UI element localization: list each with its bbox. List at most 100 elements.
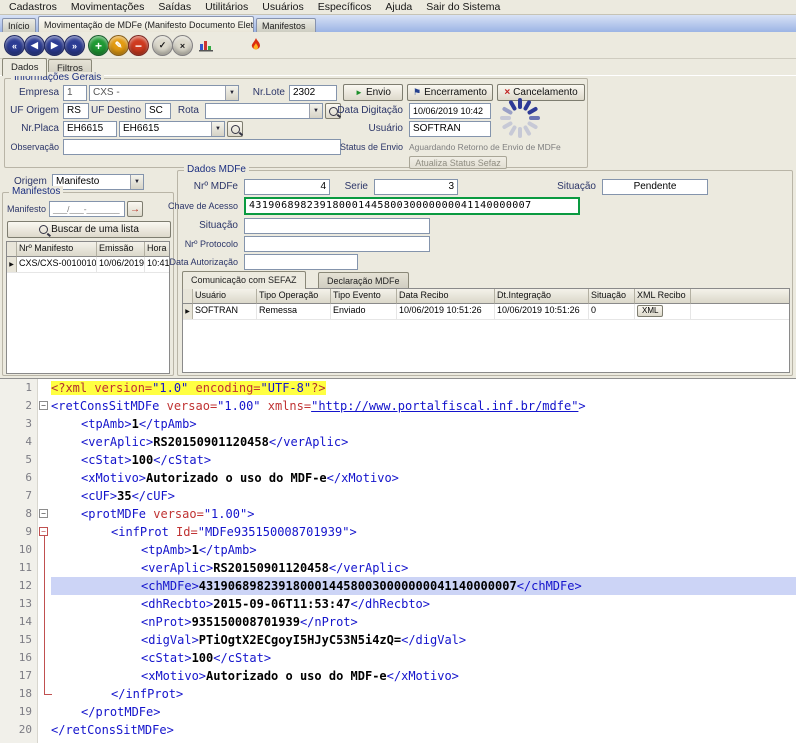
- red-arrow-icon: →: [130, 204, 140, 215]
- tabstrip: Início Movimentação de MDFe (Manifesto D…: [0, 15, 796, 32]
- prev-record-button[interactable]: ◀: [24, 35, 45, 56]
- menu-item-usu-rios[interactable]: Usuários: [255, 1, 310, 13]
- tab-dados[interactable]: Dados: [2, 58, 47, 76]
- confirm-button[interactable]: ✓: [152, 35, 173, 56]
- uf-destino-field[interactable]: SC: [145, 103, 171, 119]
- xml-code-text[interactable]: <tpAmb>1</tpAmb>: [51, 541, 796, 559]
- xml-line-9: 9−<infProt Id="MDFe935150008701939">: [0, 523, 796, 541]
- xml-code-text[interactable]: <verAplic>RS20150901120458</verAplic>: [51, 433, 796, 451]
- xml-code-text[interactable]: </protMDFe>: [51, 703, 796, 721]
- xml-code-text[interactable]: <protMDFe versao="1.00">: [51, 505, 796, 523]
- menu-item-movimenta-es[interactable]: Movimentações: [64, 1, 152, 13]
- empresa-code-field[interactable]: 1: [63, 85, 87, 101]
- next-record-button[interactable]: ▶: [44, 35, 65, 56]
- manifesto-mask-field[interactable]: ___/___-_______: [49, 201, 125, 217]
- menu-item-utilit-rios[interactable]: Utilitários: [198, 1, 255, 13]
- first-record-icon: «: [12, 41, 17, 51]
- row-marker-icon: ▶: [183, 304, 193, 319]
- fold-collapse-icon[interactable]: −: [39, 401, 48, 410]
- tab-comunicacao-sefaz[interactable]: Comunicação com SEFAZ: [182, 271, 306, 289]
- xml-code-text[interactable]: <chMDFe>43190689823918000144580030000000…: [51, 577, 796, 595]
- xml-lines: 1<?xml version="1.0" encoding="UTF-8"?>2…: [0, 379, 796, 739]
- xml-code-text[interactable]: <digVal>PTiOgtX2ECgoyI5HJyC53N5i4zQ=</di…: [51, 631, 796, 649]
- protocolo-label: Nrº Protocolo: [185, 236, 238, 252]
- nrplaca-combo-arrow-icon[interactable]: ▼: [211, 122, 224, 136]
- data-digitacao-field[interactable]: 10/06/2019 10:42: [409, 103, 491, 119]
- encerramento-button[interactable]: ⚑Encerramento: [407, 84, 493, 101]
- situacao-field[interactable]: Pendente: [602, 179, 708, 195]
- rota-combo[interactable]: ▼: [205, 103, 323, 119]
- usuario-field[interactable]: SOFTRAN: [409, 121, 491, 137]
- chave-acesso-field[interactable]: 4319068982391800014458003000000004114000…: [244, 197, 580, 215]
- origem-combo[interactable]: Manifesto▼: [52, 174, 144, 190]
- nrplaca-field[interactable]: EH6615: [63, 121, 117, 137]
- protocolo-field[interactable]: [244, 236, 430, 252]
- xml-code-text[interactable]: <dhRecbto>2015-09-06T11:53:47</dhRecbto>: [51, 595, 796, 613]
- rota-combo-arrow-icon[interactable]: ▼: [309, 104, 322, 118]
- xml-code-text[interactable]: <retConsSitMDFe versao="1.00" xmlns="htt…: [51, 397, 796, 415]
- manifesto-go-button[interactable]: →: [127, 201, 143, 217]
- xml-code-text[interactable]: <cUF>35</cUF>: [51, 487, 796, 505]
- xml-code-text[interactable]: <xMotivo>Autorizado o uso do MDF-e</xMot…: [51, 469, 796, 487]
- fold-collapse-icon[interactable]: −: [39, 509, 48, 518]
- chart-button[interactable]: [196, 35, 216, 55]
- xml-code-text[interactable]: <cStat>100</cStat>: [51, 649, 796, 667]
- xml-code-text[interactable]: <infProt Id="MDFe935150008701939">: [51, 523, 796, 541]
- xml-fold-column: −: [37, 397, 51, 415]
- data-autorizacao-label: Data Autorização: [169, 254, 238, 270]
- usuario-label: Usuário: [369, 121, 403, 137]
- delete-record-button[interactable]: −: [128, 35, 149, 56]
- sefaz-col-dt-integracao: Dt.Integração: [495, 289, 589, 304]
- xml-code-text[interactable]: <?xml version="1.0" encoding="UTF-8"?>: [51, 379, 796, 397]
- origem-combo-arrow-icon[interactable]: ▼: [130, 175, 143, 189]
- menu-item-sa-das[interactable]: Saídas: [151, 1, 198, 13]
- menu-item-sair-do-sistema[interactable]: Sair do Sistema: [419, 1, 507, 13]
- observacao-field[interactable]: [63, 139, 341, 155]
- buscar-lista-button[interactable]: Buscar de uma lista: [7, 221, 171, 238]
- tab-movimentacao-label: Movimentação de MDFe (Manifesto Document…: [44, 19, 254, 31]
- empresa-combo[interactable]: CXS -▼: [89, 85, 239, 101]
- nrlote-field[interactable]: 2302: [289, 85, 337, 101]
- data-autorizacao-field[interactable]: [244, 254, 358, 270]
- xml-line-number: 7: [0, 487, 37, 505]
- xml-code-text[interactable]: <nProt>935150008701939</nProt>: [51, 613, 796, 631]
- atualiza-status-sefaz-button[interactable]: Atualiza Status Sefaz: [409, 156, 507, 169]
- situacao2-field[interactable]: [244, 218, 430, 234]
- fold-range-line: [44, 536, 45, 694]
- tab-manifestos[interactable]: Manifestos: [256, 18, 316, 32]
- tab-movimentacao-mdfe[interactable]: Movimentação de MDFe (Manifesto Document…: [38, 16, 254, 32]
- cancel-button[interactable]: ×: [172, 35, 193, 56]
- xml-line-number: 20: [0, 721, 37, 739]
- xml-code-text[interactable]: <tpAmb>1</tpAmb>: [51, 415, 796, 433]
- xml-fold-column: [37, 469, 51, 487]
- uf-origem-field[interactable]: RS: [63, 103, 89, 119]
- manifestos-grid-row[interactable]: ▶ CXS/CXS-0010010 10/06/2019 10:41: [7, 257, 169, 273]
- first-record-button[interactable]: «: [4, 35, 25, 56]
- observacao-label: Observação: [10, 139, 59, 155]
- menu-item-ajuda[interactable]: Ajuda: [378, 1, 419, 13]
- xml-code-text[interactable]: <cStat>100</cStat>: [51, 451, 796, 469]
- tab-inicio-label: Início: [8, 20, 30, 32]
- flame-button[interactable]: [246, 35, 266, 55]
- serie-field[interactable]: 3: [374, 179, 458, 195]
- last-record-button[interactable]: »: [64, 35, 85, 56]
- sefaz-grid-row[interactable]: ▶ SOFTRAN Remessa Enviado 10/06/2019 10:…: [183, 304, 789, 320]
- tab-inicio[interactable]: Início: [2, 18, 36, 32]
- xml-code-text[interactable]: <xMotivo>Autorizado o uso do MDF-e</xMot…: [51, 667, 796, 685]
- tab-declaracao-mdfe[interactable]: Declaração MDFe: [318, 272, 409, 289]
- edit-record-button[interactable]: ✎: [108, 35, 129, 56]
- xml-line-number: 8: [0, 505, 37, 523]
- fold-collapse-icon[interactable]: −: [39, 527, 48, 536]
- menu-item-cadastros[interactable]: Cadastros: [2, 1, 64, 13]
- empresa-combo-arrow-icon[interactable]: ▼: [225, 86, 238, 100]
- nrplaca-search-button[interactable]: [227, 121, 243, 137]
- xml-code-text[interactable]: <verAplic>RS20150901120458</verAplic>: [51, 559, 796, 577]
- add-record-button[interactable]: +: [88, 35, 109, 56]
- menu-item-espec-ficos[interactable]: Específicos: [311, 1, 379, 13]
- envio-button[interactable]: ►Envio: [343, 84, 403, 101]
- xml-code-text[interactable]: </retConsSitMDFe>: [51, 721, 796, 739]
- xml-code-text[interactable]: </infProt>: [51, 685, 796, 703]
- nr-mdfe-field[interactable]: 4: [244, 179, 330, 195]
- xml-recibo-button[interactable]: XML: [637, 305, 663, 317]
- nrplaca-combo[interactable]: EH6615▼: [119, 121, 225, 137]
